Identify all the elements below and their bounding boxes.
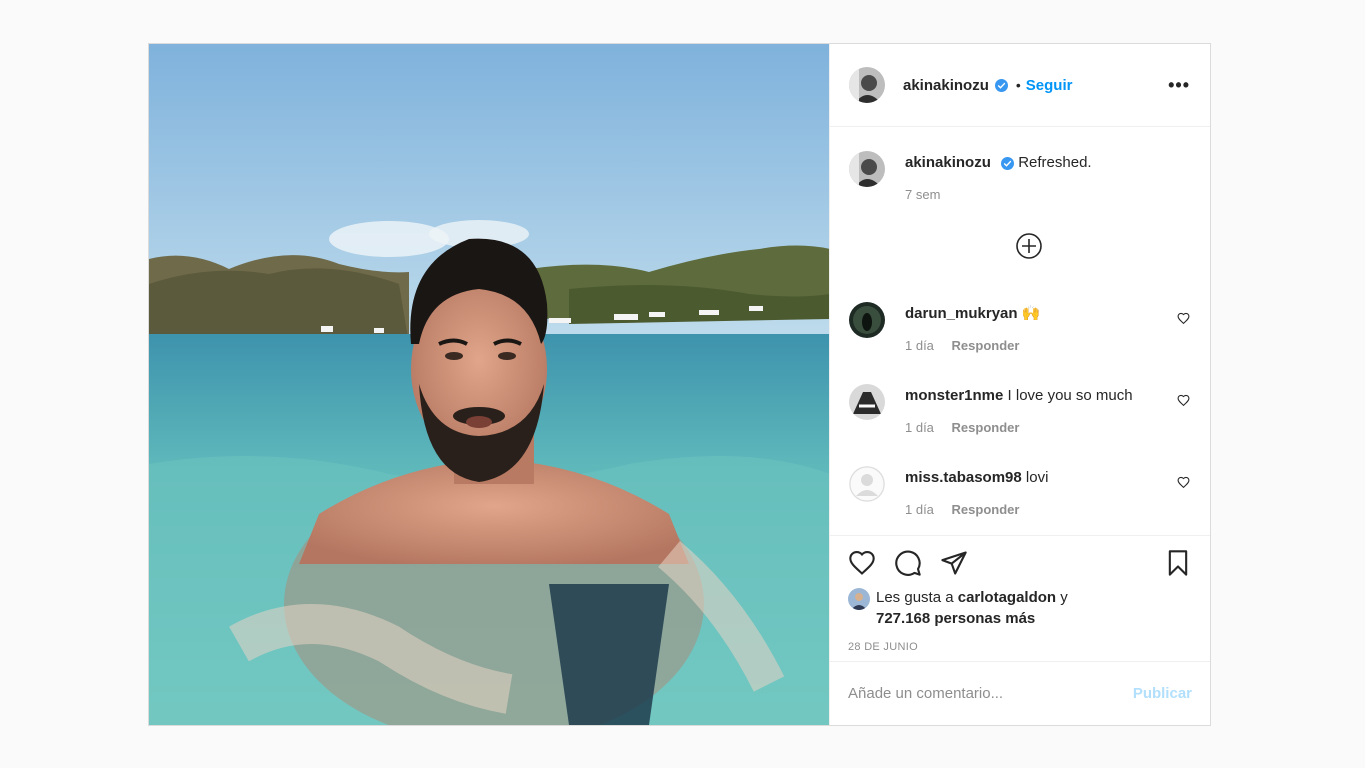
author-username[interactable]: akinakinozu [903,77,989,94]
plus-circle-icon[interactable] [1016,233,1042,259]
heart-icon[interactable] [848,549,876,577]
likes-count[interactable]: 727.168 personas más [876,610,1035,627]
likes-summary: Les gusta a carlotagaldon y 727.168 pers… [848,587,1192,629]
comment-text: lovi [1025,469,1049,486]
post-photo-image [149,44,829,725]
caption-time[interactable]: 7 sem [905,187,940,202]
add-comment-input[interactable] [848,685,1133,702]
reply-button[interactable]: Responder [952,338,1020,353]
comment-username[interactable]: monster1nme [905,387,1003,404]
comment-item: miss.tabasom98 lovi 1 día Responder [849,466,1192,520]
reply-button[interactable]: Responder [952,420,1020,435]
caption-text-block: akinakinozu Refreshed. 7 sem [905,151,1092,205]
publish-button[interactable]: Publicar [1133,685,1192,702]
comment-text-block: darun_mukryan 🙌 1 día Responder [905,302,1040,356]
action-bar [848,548,1192,578]
more-horizontal-icon[interactable]: ••• [1168,75,1190,96]
commenter-avatar[interactable] [849,466,885,502]
post-header: akinakinozu • Seguir ••• [830,44,1210,127]
comment-text: I love you so much [1007,387,1133,404]
comment-item: monster1nme I love you so much 1 día Res… [849,384,1192,438]
like-comment-heart-icon[interactable] [1177,476,1190,489]
like-comment-heart-icon[interactable] [1177,312,1190,325]
bookmark-icon[interactable] [1164,549,1192,577]
liker-username[interactable]: carlotagaldon [958,589,1056,606]
share-icon[interactable] [940,549,968,577]
like-comment-heart-icon[interactable] [1177,394,1190,407]
comment-username[interactable]: darun_mukryan [905,305,1018,322]
author-avatar[interactable] [849,67,885,103]
caption-text: Refreshed. [1018,154,1092,171]
comment-text: 🙌 [1021,305,1041,322]
comment-time[interactable]: 1 día [905,502,934,517]
caption-avatar[interactable] [849,151,885,187]
caption-row: akinakinozu Refreshed. 7 sem [849,151,1192,205]
post-actions: Les gusta a carlotagaldon y 727.168 pers… [830,535,1210,661]
comment-time[interactable]: 1 día [905,420,934,435]
comment-text-block: monster1nme I love you so much 1 día Res… [905,384,1133,438]
likes-prefix: Les gusta a [876,589,954,606]
caption-username[interactable]: akinakinozu [905,154,991,171]
add-comment-bar: Publicar [830,661,1210,725]
comment-time[interactable]: 1 día [905,338,934,353]
post-side-panel: akinakinozu • Seguir ••• akinakinozu Ref… [830,44,1210,725]
comment-username[interactable]: miss.tabasom98 [905,469,1022,486]
follow-button[interactable]: Seguir [1026,77,1073,94]
post-photo[interactable] [149,44,830,725]
comment-item: darun_mukryan 🙌 1 día Responder [849,302,1192,356]
comments-section: akinakinozu Refreshed. 7 sem darun_mukry… [830,127,1210,535]
reply-button[interactable]: Responder [952,502,1020,517]
header-separator: • [1015,77,1021,93]
commenter-avatar[interactable] [849,302,885,338]
post-date[interactable]: 28 DE JUNIO [848,641,1192,653]
instagram-post: akinakinozu • Seguir ••• akinakinozu Ref… [148,43,1211,726]
verified-badge-icon [994,78,1008,92]
likes-conjunction: y [1060,589,1068,606]
commenter-avatar[interactable] [849,384,885,420]
verified-badge-icon [1001,156,1015,170]
comment-icon[interactable] [894,549,922,577]
comment-text-block: miss.tabasom98 lovi 1 día Responder [905,466,1048,520]
liker-avatar[interactable] [848,588,870,610]
